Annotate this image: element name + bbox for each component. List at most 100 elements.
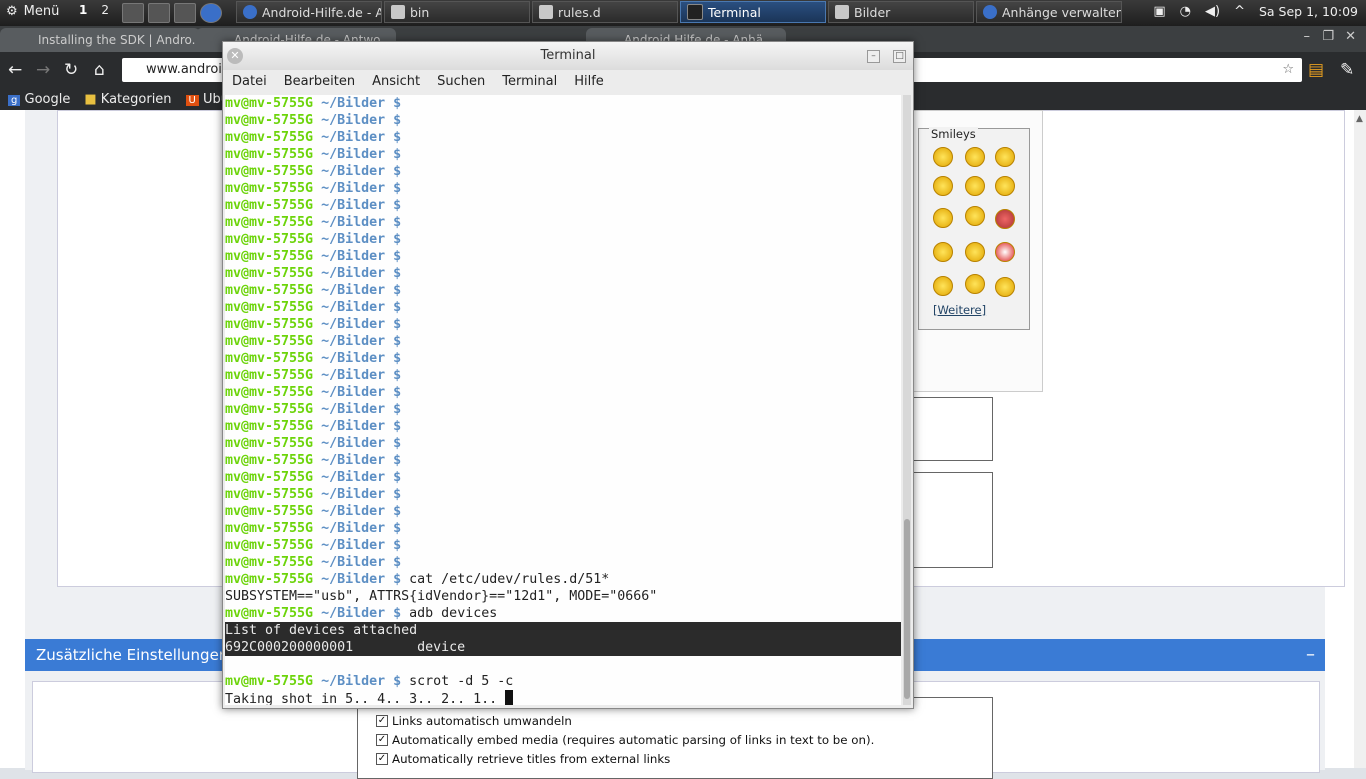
- task-bilder[interactable]: Bilder: [828, 1, 974, 23]
- icon-select-box: [910, 472, 993, 568]
- prompt-path: ~/Bilder $: [321, 504, 402, 519]
- prompt-user: mv@mv-5755G: [225, 470, 314, 485]
- terminal-titlebar[interactable]: ✕ Terminal – □: [223, 42, 913, 70]
- terminal-line: mv@mv-5755G ~/Bilder $: [225, 248, 901, 265]
- prompt-path: ~/Bilder $: [321, 521, 402, 536]
- prompt-user: mv@mv-5755G: [225, 147, 314, 162]
- chromium-launch-icon[interactable]: [200, 3, 222, 23]
- workspace-2[interactable]: 2: [98, 3, 112, 17]
- camera-icon[interactable]: [122, 3, 144, 23]
- terminal-line: mv@mv-5755G ~/Bilder $: [225, 452, 901, 469]
- smiley-icon[interactable]: [933, 208, 953, 228]
- scrollbar-thumb[interactable]: [904, 519, 910, 699]
- prompt-user: mv@mv-5755G: [225, 368, 314, 383]
- terminal-scrollbar[interactable]: [903, 95, 911, 705]
- scroll-up-icon[interactable]: ▲: [1356, 114, 1363, 124]
- terminal-line: mv@mv-5755G ~/Bilder $: [225, 350, 901, 367]
- display-icon[interactable]: ▣: [1153, 4, 1165, 19]
- menu-ansicht[interactable]: Ansicht: [363, 70, 428, 94]
- option-retrieve-titles[interactable]: ✓ Automatically retrieve titles from exte…: [376, 752, 670, 766]
- prompt-user: mv@mv-5755G: [225, 317, 314, 332]
- smiley-icon[interactable]: [933, 242, 953, 262]
- menu-bearbeiten[interactable]: Bearbeiten: [275, 70, 363, 94]
- checkbox-checked-icon[interactable]: ✓: [376, 753, 388, 765]
- trackback-box: [910, 397, 993, 461]
- terminal-output[interactable]: mv@mv-5755G ~/Bilder $ mv@mv-5755G ~/Bild…: [225, 95, 901, 705]
- smiley-icon[interactable]: [965, 176, 985, 196]
- collapse-icon[interactable]: –: [1306, 639, 1315, 671]
- smiley-icon[interactable]: [933, 147, 953, 167]
- option-embed-media[interactable]: ✓ Automatically embed media (requires aut…: [376, 733, 874, 747]
- prompt-user: mv@mv-5755G: [225, 232, 314, 247]
- option-auto-links[interactable]: ✓ Links automatisch umwandeln: [376, 714, 572, 728]
- wifi-icon[interactable]: ◔: [1180, 4, 1191, 19]
- smiley-icon[interactable]: [965, 147, 985, 167]
- workspace-1[interactable]: 1: [76, 3, 90, 17]
- menu-terminal[interactable]: Terminal: [493, 70, 565, 94]
- home-icon[interactable]: ⌂: [94, 60, 105, 80]
- smiley-icon[interactable]: [995, 176, 1015, 196]
- bookmark-label: Google: [24, 91, 71, 107]
- reload-icon[interactable]: ↻: [64, 60, 78, 80]
- prompt-path: ~/Bilder $: [321, 436, 402, 451]
- prompt-user: mv@mv-5755G: [225, 385, 314, 400]
- prompt-path: ~/Bilder $: [321, 572, 402, 587]
- forward-icon[interactable]: →: [36, 60, 50, 80]
- prompt-user: mv@mv-5755G: [225, 453, 314, 468]
- bookmark-kategorien[interactable]: ■ Kategorien: [84, 92, 171, 107]
- page-scrollbar[interactable]: ▲: [1354, 110, 1366, 768]
- folder-icon: [391, 5, 405, 19]
- terminal-line-selected: List of devices attached: [225, 622, 901, 639]
- task-anhaenge[interactable]: Anhänge verwalten ...: [976, 1, 1122, 23]
- smiley-icon[interactable]: [995, 147, 1015, 167]
- terminal-line: mv@mv-5755G ~/Bilder $: [225, 197, 901, 214]
- clock[interactable]: Sa Sep 1, 10:09: [1259, 4, 1358, 19]
- task-android-hilfe[interactable]: Android-Hilfe.de - A...: [236, 1, 382, 23]
- smiley-icon[interactable]: [995, 277, 1015, 297]
- prompt-user: mv@mv-5755G: [225, 249, 314, 264]
- bookmark-google[interactable]: g Google: [8, 92, 70, 107]
- restore-icon[interactable]: ❐: [1322, 29, 1334, 44]
- chevron-up-icon[interactable]: ^: [1234, 4, 1245, 19]
- extension-icon[interactable]: ▤: [1308, 60, 1324, 80]
- files-icon[interactable]: [174, 3, 196, 23]
- checkbox-checked-icon[interactable]: ✓: [376, 734, 388, 746]
- volume-icon[interactable]: ◀): [1205, 4, 1220, 19]
- checkbox-checked-icon[interactable]: ✓: [376, 715, 388, 727]
- smiley-icon[interactable]: [965, 242, 985, 262]
- smiley-icon[interactable]: [995, 209, 1015, 229]
- prompt-user: mv@mv-5755G: [225, 674, 314, 689]
- wrench-icon[interactable]: ✎: [1340, 60, 1354, 80]
- prompt-path: ~/Bilder $: [321, 130, 402, 145]
- prompt-path: ~/Bilder $: [321, 334, 402, 349]
- terminal-line: mv@mv-5755G ~/Bilder $: [225, 418, 901, 435]
- minimize-icon[interactable]: –: [867, 50, 880, 63]
- more-smileys-link[interactable]: [Weitere]: [933, 303, 986, 317]
- prompt-user: mv@mv-5755G: [225, 419, 314, 434]
- back-icon[interactable]: ←: [8, 60, 22, 80]
- task-bin[interactable]: bin: [384, 1, 530, 23]
- menu-hilfe[interactable]: Hilfe: [565, 70, 612, 94]
- prompt-path: ~/Bilder $: [321, 215, 402, 230]
- star-icon[interactable]: ☆: [1282, 58, 1294, 82]
- smiley-icon[interactable]: [933, 176, 953, 196]
- app-menu-button[interactable]: ⚙ Menü: [6, 4, 59, 19]
- smiley-icon[interactable]: [965, 274, 985, 294]
- maximize-icon[interactable]: □: [893, 50, 906, 63]
- prompt-path: ~/Bilder $: [321, 96, 402, 111]
- tab-installing-sdk[interactable]: Installing the SDK | Andro...: [0, 28, 200, 52]
- smiley-icon[interactable]: [995, 242, 1015, 262]
- prompt-user: mv@mv-5755G: [225, 555, 314, 570]
- smiley-icon[interactable]: [965, 206, 985, 226]
- menu-datei[interactable]: Datei: [223, 70, 275, 94]
- task-rules-d[interactable]: rules.d: [532, 1, 678, 23]
- task-terminal[interactable]: Terminal: [680, 1, 826, 23]
- smiley-icon[interactable]: [933, 276, 953, 296]
- terminal-line: mv@mv-5755G ~/Bilder $: [225, 503, 901, 520]
- minimize-icon[interactable]: –: [1304, 29, 1311, 44]
- menu-suchen[interactable]: Suchen: [428, 70, 493, 94]
- prompt-history: mv@mv-5755G ~/Bilder $ mv@mv-5755G ~/Bild…: [225, 95, 901, 571]
- terminal-launch-icon[interactable]: [148, 3, 170, 23]
- close-icon[interactable]: ✕: [1345, 29, 1356, 44]
